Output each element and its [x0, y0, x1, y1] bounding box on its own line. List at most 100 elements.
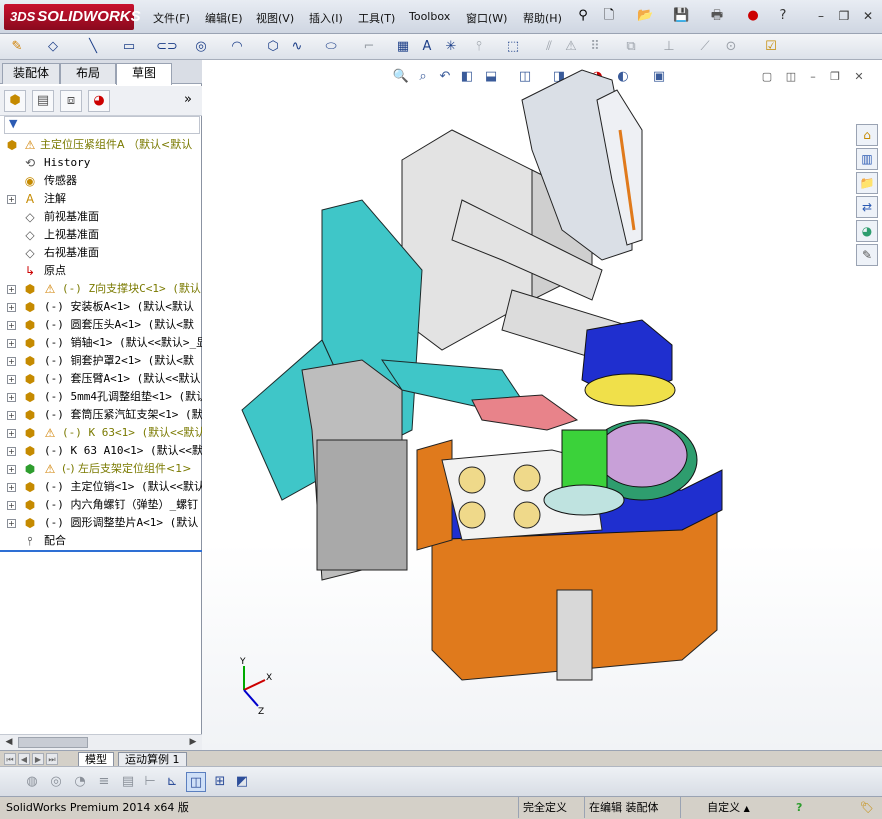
solidworks-logo[interactable]: 3DS SOLIDWORKS — [4, 4, 141, 30]
custom-properties-icon[interactable]: ✎ — [856, 244, 878, 266]
scroll-right-arrow[interactable]: ▶ — [186, 735, 200, 750]
expand-toggle[interactable]: + — [7, 519, 16, 528]
move-icon[interactable]: ⧉ — [622, 38, 640, 56]
tree-node[interactable]: + ⬢ (-) K 63 A10<1> (默认<<默认 — [0, 442, 202, 460]
configuration-manager-icon[interactable]: ⧈ — [60, 90, 82, 112]
close-button[interactable]: ✕ — [860, 8, 876, 24]
line-icon[interactable]: ╲ — [84, 38, 102, 56]
tree-node[interactable]: + ⬢ (-) 圆形调整垫片A<1> (默认 — [0, 514, 202, 532]
expand-toggle[interactable]: + — [7, 285, 16, 294]
pin-icon[interactable]: ⚲ — [575, 8, 591, 24]
resources-icon[interactable]: ▥ — [856, 148, 878, 170]
tree-node[interactable]: ⫯ 配合 — [0, 532, 202, 550]
draft-quality-icon[interactable]: ⊢ — [140, 772, 160, 792]
tree-node[interactable]: + ⬢ (-) 5mm4孔调整组垫<1> (默认, — [0, 388, 202, 406]
rapid-sketch-icon[interactable]: ☑ — [762, 38, 780, 56]
tab-layout[interactable]: 布局 — [60, 63, 116, 84]
tree-node[interactable]: ◉ 传感器 — [0, 172, 202, 190]
expand-toggle[interactable]: + — [7, 411, 16, 420]
tree-node[interactable]: ↳ 原点 — [0, 262, 202, 280]
trim-icon[interactable]: ⫯ — [470, 38, 488, 56]
tree-rollback-bar[interactable] — [0, 550, 202, 552]
perspective-icon[interactable]: ⊾ — [162, 772, 182, 792]
tree-node[interactable]: + ⬢ (-) 销轴<1> (默认<<默认>_显 — [0, 334, 202, 352]
scroll-thumb[interactable] — [18, 737, 88, 748]
slot-icon[interactable]: ⊂⊃ — [156, 38, 178, 56]
wireframe-icon[interactable]: ≡ — [94, 772, 114, 792]
property-manager-icon[interactable]: ▤ — [32, 90, 54, 112]
sketch-icon[interactable]: ✎ — [8, 38, 26, 56]
tree-node[interactable]: ◇ 上视基准面 — [0, 226, 202, 244]
expand-toggle[interactable]: + — [7, 195, 16, 204]
graphics-area[interactable]: 🔍 ⌕ ↶ ◧ ⬓ ◫ ◨ ◕ ◐ ▣ ▢ ◫ – ❐ ✕ — [202, 60, 882, 750]
mirror-icon[interactable]: ⚠ — [562, 38, 580, 56]
tree-node[interactable]: + ⬢ (-) 内六角螺钉（弹垫）_螺钉 — [0, 496, 202, 514]
tab-motion-study[interactable]: 运动算例 1 — [118, 752, 187, 767]
tree-node[interactable]: + ⬢ ⚠ (-) 左后支架定位组件<1> — [0, 460, 202, 478]
expand-toggle[interactable]: + — [7, 447, 16, 456]
new-icon[interactable]: 🗋 — [601, 8, 617, 24]
tree-node[interactable]: ◇ 前视基准面 — [0, 208, 202, 226]
restore-button[interactable]: ❐ — [836, 8, 852, 24]
expand-toggle[interactable]: + — [7, 339, 16, 348]
cube-view-icon[interactable]: ◫ — [186, 772, 206, 792]
expand-toggle[interactable]: + — [7, 375, 16, 384]
scroll-left-arrow[interactable]: ◀ — [2, 735, 16, 750]
menu-file[interactable]: 文件(F) — [153, 10, 190, 26]
expand-toggle[interactable]: + — [7, 465, 16, 474]
menu-window[interactable]: 窗口(W) — [466, 10, 507, 26]
smart-dimension-icon[interactable]: ◇ — [44, 38, 62, 56]
expand-pane-icon[interactable]: » — [184, 92, 192, 107]
shaded-icon[interactable]: ◎ — [46, 772, 66, 792]
expand-toggle[interactable]: + — [7, 429, 16, 438]
prev-tab-arrow[interactable]: ◀ — [18, 753, 30, 765]
tree-node[interactable]: ⟲ History — [0, 154, 202, 172]
quick-snaps-icon[interactable]: ⊙ — [722, 38, 740, 56]
tree-node[interactable]: ⬢ ⚠ 主定位压紧组件A （默认<默认 — [0, 136, 202, 154]
repair-icon[interactable]: ⟋ — [696, 38, 714, 56]
menu-tools[interactable]: 工具(T) — [358, 10, 395, 26]
tree-node[interactable]: + ⬢ (-) 套压臂A<1> (默认<<默认 — [0, 370, 202, 388]
ellipse-icon[interactable]: ⬭ — [322, 38, 340, 56]
tree-node[interactable]: + ⬢ (-) 主定位销<1> (默认<<默认 — [0, 478, 202, 496]
spline-icon[interactable]: ∿ — [288, 38, 306, 56]
convert-icon[interactable]: ⬚ — [504, 38, 522, 56]
relations-icon[interactable]: ⊥ — [660, 38, 678, 56]
menu-view[interactable]: 视图(V) — [256, 10, 294, 26]
open-icon[interactable]: 📂 — [637, 8, 653, 24]
save-icon[interactable]: 💾 — [673, 8, 689, 24]
expand-toggle[interactable]: + — [7, 357, 16, 366]
display-manager-icon[interactable]: ◕ — [88, 90, 110, 112]
file-explorer-icon[interactable]: ⇄ — [856, 196, 878, 218]
tree-node[interactable]: ◇ 右视基准面 — [0, 244, 202, 262]
help-status-icon[interactable]: ? — [792, 797, 806, 818]
menu-help[interactable]: 帮助(H) — [523, 10, 562, 26]
tree-node[interactable]: + ⬢ (-) 安装板A<1> (默认<默认 — [0, 298, 202, 316]
expand-toggle[interactable]: + — [7, 393, 16, 402]
plane-icon[interactable]: ▦ — [394, 38, 412, 56]
tab-sketch[interactable]: 草图 — [116, 63, 172, 85]
minimize-button[interactable]: – — [813, 8, 829, 24]
polygon-icon[interactable]: ⬡ — [264, 38, 282, 56]
tree-node[interactable]: + ⬢ (-) 套筒压紧汽缸支架<1> (默 — [0, 406, 202, 424]
tree-node[interactable]: + ⬢ ⚠ (-) K 63<1> (默认<<默认 — [0, 424, 202, 442]
menu-toolbox[interactable]: Toolbox — [409, 10, 450, 23]
offset-icon[interactable]: ⫽ — [540, 38, 558, 56]
menu-edit[interactable]: 编辑(E) — [205, 10, 243, 26]
tree-node[interactable]: + ⬢ (-) 铜套护罩2<1> (默认<默 — [0, 352, 202, 370]
hidden-removed-icon[interactable]: ▤ — [118, 772, 138, 792]
fillet-icon[interactable]: ⌐ — [360, 38, 378, 56]
hidden-lines-icon[interactable]: ◔ — [70, 772, 90, 792]
arc-icon[interactable]: ◠ — [228, 38, 246, 56]
pattern-icon[interactable]: ⠿ — [586, 38, 604, 56]
menu-insert[interactable]: 插入(I) — [309, 10, 343, 26]
expand-toggle[interactable]: + — [7, 321, 16, 330]
rebuild-icon[interactable]: ● — [745, 8, 761, 24]
appearances-icon[interactable]: ◕ — [856, 220, 878, 242]
expand-toggle[interactable]: + — [7, 501, 16, 510]
unit-system-selector[interactable]: 自定义 ▲ — [680, 797, 776, 818]
expand-toggle[interactable]: + — [7, 303, 16, 312]
tab-assembly[interactable]: 装配体 — [2, 63, 60, 84]
feature-tree-icon[interactable]: ⬢ — [4, 90, 26, 112]
tab-model[interactable]: 模型 — [78, 752, 114, 767]
